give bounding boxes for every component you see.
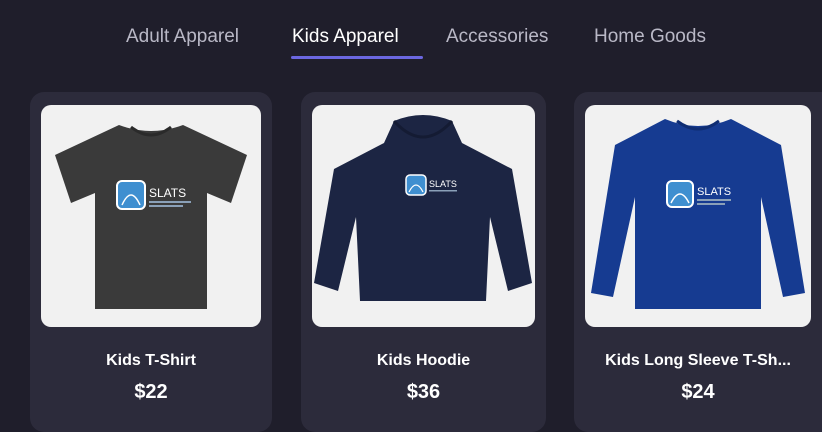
tab-accessories[interactable]: Accessories <box>446 26 548 48</box>
long-sleeve-shape <box>591 119 805 309</box>
tab-home-goods[interactable]: Home Goods <box>594 26 706 48</box>
product-name: Kids T-Shirt <box>106 352 196 369</box>
tab-adult-apparel[interactable]: Adult Apparel <box>126 26 239 48</box>
hoodie-shape <box>314 115 532 301</box>
category-tabs: Adult Apparel Kids Apparel Accessories H… <box>0 0 822 70</box>
product-card-kids-hoodie[interactable]: SLATS Kids Hoodie $36 <box>301 92 546 432</box>
tab-kids-apparel[interactable]: Kids Apparel <box>292 26 399 48</box>
product-name: Kids Hoodie <box>376 352 471 369</box>
product-price: $24 <box>681 381 715 403</box>
product-image-kids-long-sleeve: SLATS <box>585 105 811 327</box>
product-image-kids-t-shirt: SLATS <box>41 105 261 327</box>
product-name: Kids Long Sleeve T-Sh... <box>605 352 791 369</box>
product-card-kids-t-shirt[interactable]: SLATS Kids T-Shirt $22 <box>30 92 272 432</box>
product-card-kids-long-sleeve[interactable]: SLATS Kids Long Sleeve T-Sh... $24 <box>574 92 822 432</box>
slats-logo-text: SLATS <box>697 186 731 198</box>
t-shirt-shape <box>55 125 247 309</box>
slats-logo-text: SLATS <box>149 186 186 200</box>
hoodie-image: SLATS <box>314 115 532 301</box>
t-shirt-image: SLATS <box>55 125 247 309</box>
product-price: $22 <box>134 381 168 403</box>
active-tab-indicator <box>291 56 423 59</box>
slats-logo-text: SLATS <box>429 179 457 189</box>
product-image-kids-hoodie: SLATS <box>312 105 535 327</box>
product-price: $36 <box>406 381 441 403</box>
long-sleeve-image: SLATS <box>591 119 805 309</box>
